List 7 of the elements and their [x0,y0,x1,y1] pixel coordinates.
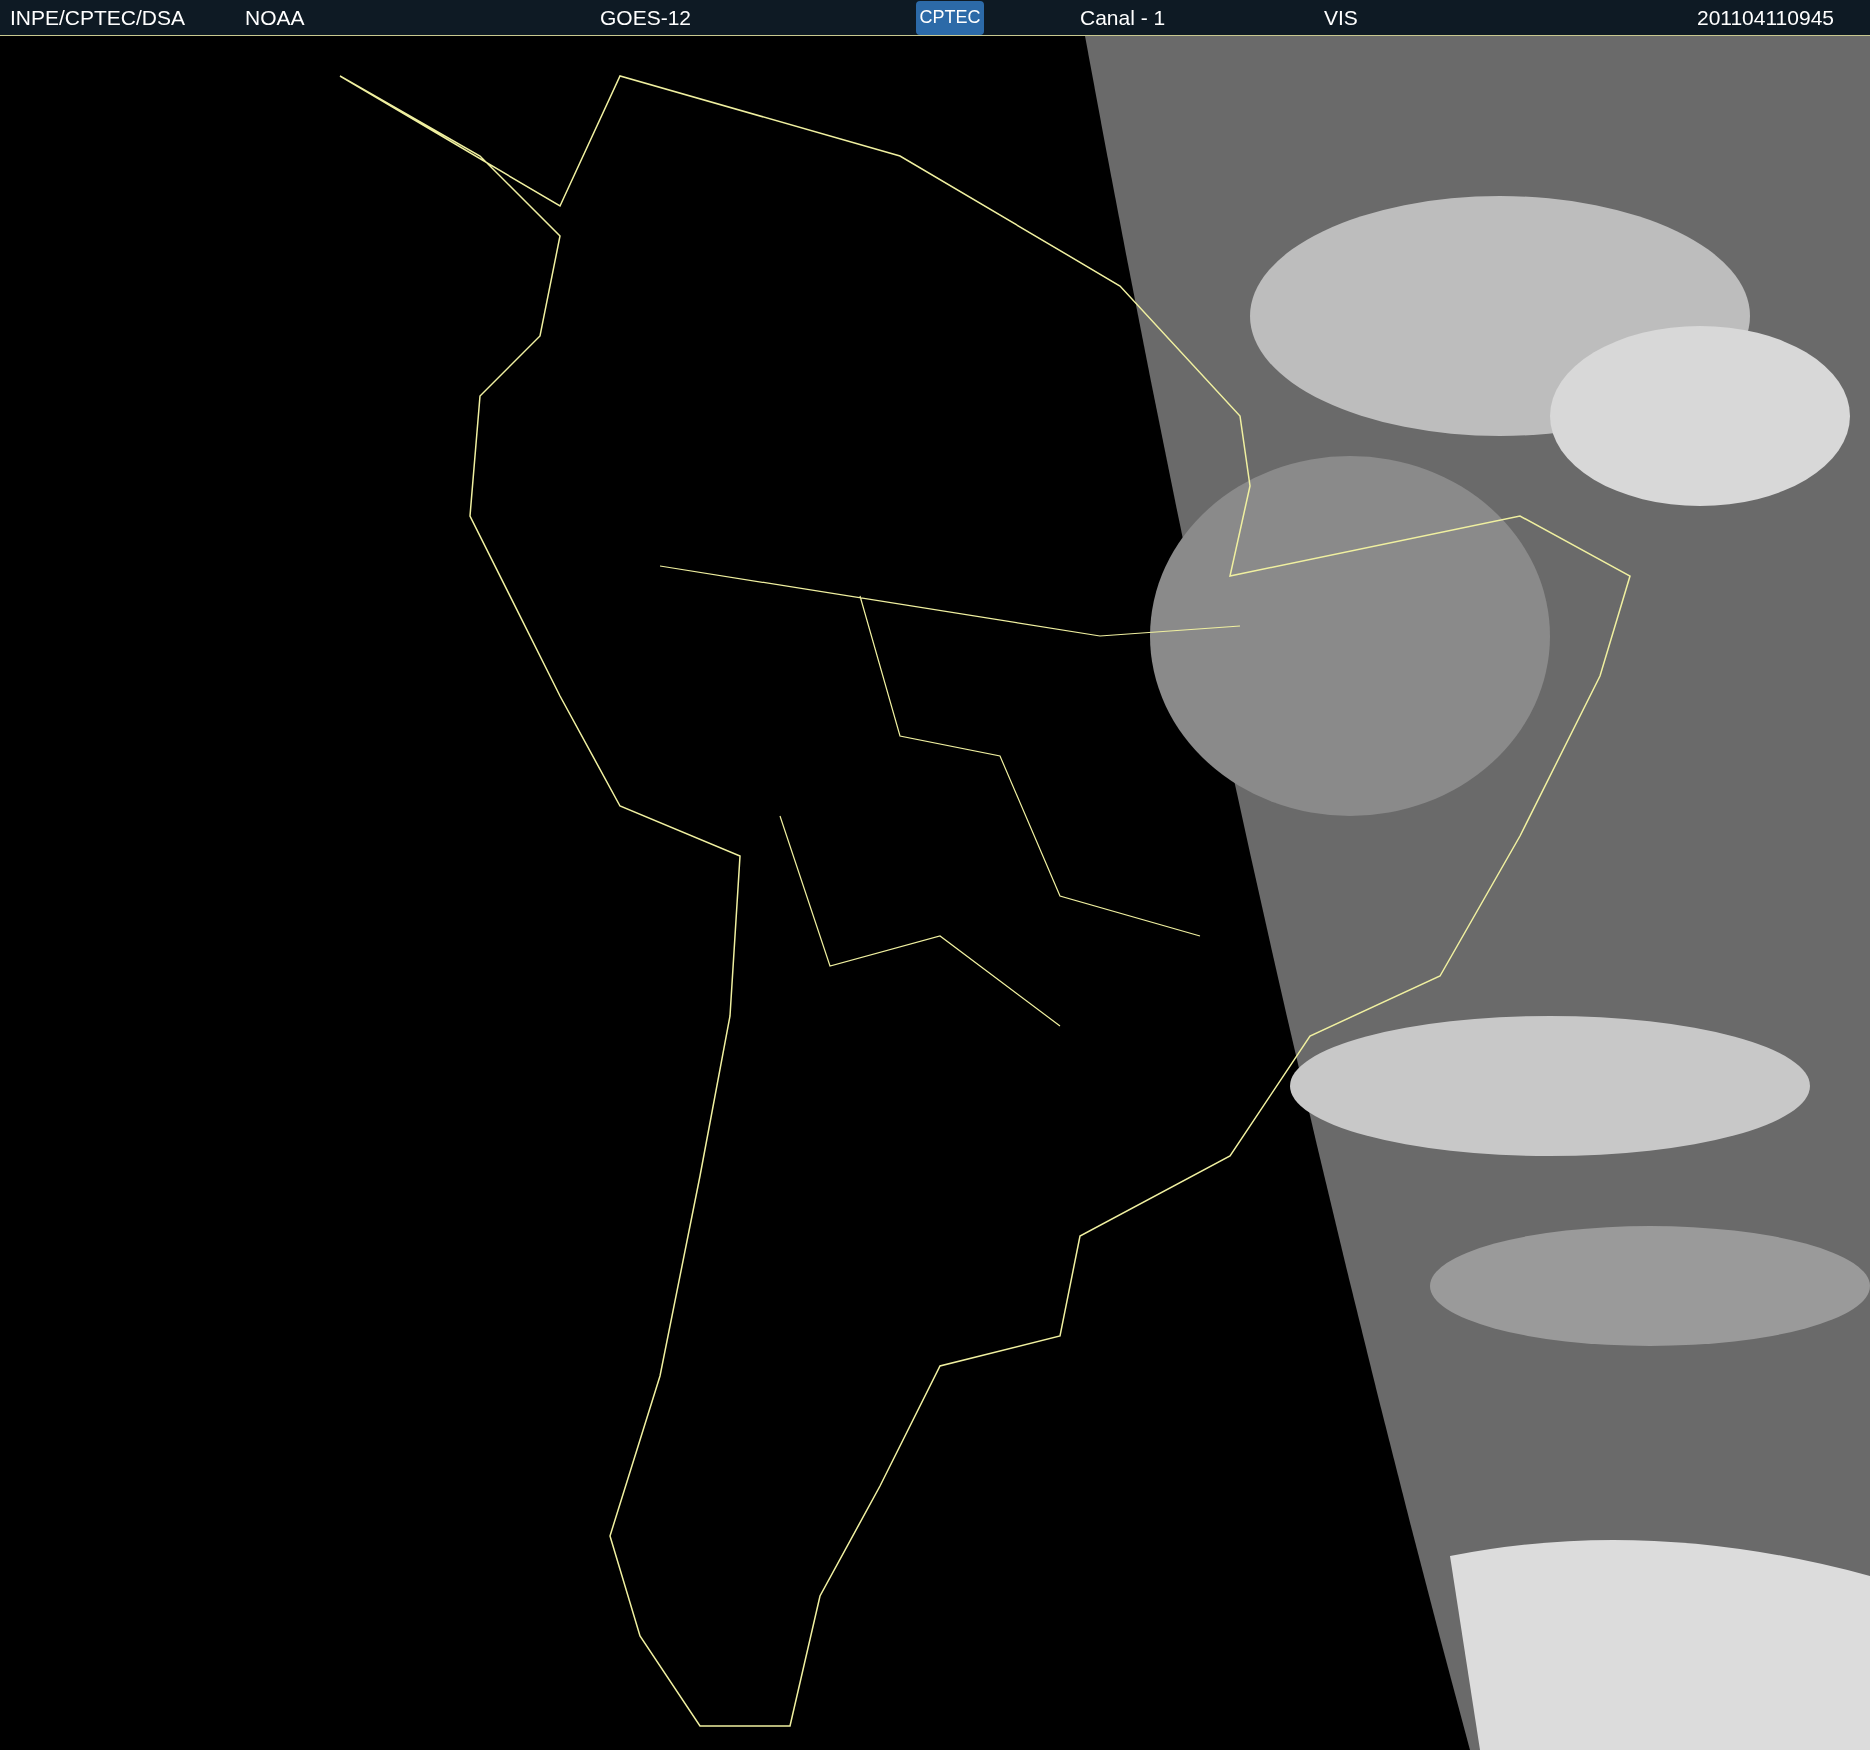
agency-label: NOAA [245,5,306,30]
band-label: VIS [1324,5,1359,30]
channel-label: Canal - 1 [1080,5,1167,30]
satellite-label: GOES-12 [600,5,693,30]
source-label: INPE/CPTEC/DSA [10,5,187,30]
timestamp-label: 201104110945 [1696,5,1834,30]
logo: CPTEC [916,0,984,35]
